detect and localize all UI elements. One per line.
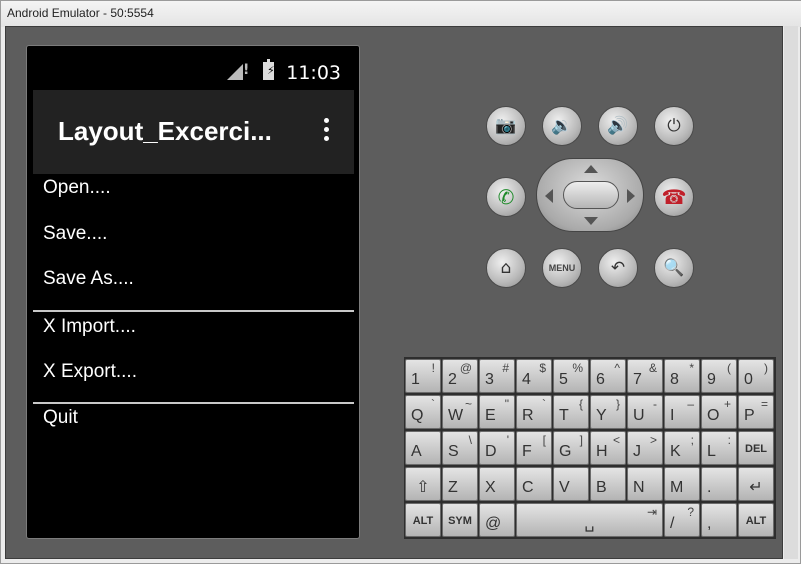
hardware-keyboard: 1! 2 @ 3 # 4 $ 5% 6 ^ 7 & 8 * 9( 0) Q ` W ~ E " R… bbox=[404, 357, 776, 539]
key-q[interactable]: Q ` bbox=[405, 395, 441, 429]
menu-divider bbox=[33, 310, 354, 312]
key-slash[interactable]: /? bbox=[664, 503, 700, 537]
key-m[interactable]: M bbox=[664, 467, 700, 501]
key-o[interactable]: O + bbox=[701, 395, 737, 429]
key-1[interactable]: 1! bbox=[405, 359, 441, 393]
key-s[interactable]: S \ bbox=[442, 431, 478, 465]
dpad-left-icon[interactable] bbox=[545, 189, 553, 203]
key-alt-left[interactable]: ALT bbox=[405, 503, 441, 537]
key-alt-right[interactable]: ALT bbox=[738, 503, 774, 537]
camera-icon: 📷 bbox=[495, 115, 517, 136]
overflow-menu-icon[interactable] bbox=[324, 118, 330, 146]
key-enter[interactable]: ↵ bbox=[738, 467, 774, 501]
key-c[interactable]: C bbox=[516, 467, 552, 501]
key-y[interactable]: Y} bbox=[590, 395, 626, 429]
key-comma[interactable]: , bbox=[701, 503, 737, 537]
status-bar: ! ⚡ 11:03 bbox=[27, 46, 359, 90]
home-button[interactable]: ⌂ bbox=[486, 248, 526, 288]
menu-item-import[interactable]: X Import.... bbox=[43, 316, 136, 338]
battery-icon: ⚡ bbox=[263, 59, 275, 80]
status-time: 11:03 bbox=[286, 62, 341, 84]
key-sym[interactable]: SYM bbox=[442, 503, 478, 537]
home-icon: ⌂ bbox=[500, 257, 512, 278]
key-at[interactable]: @ bbox=[479, 503, 515, 537]
menu-item-quit[interactable]: Quit bbox=[43, 407, 78, 429]
key-8[interactable]: 8 * bbox=[664, 359, 700, 393]
search-button[interactable]: 🔍 bbox=[654, 248, 694, 288]
key-g[interactable]: G] bbox=[553, 431, 589, 465]
key-6[interactable]: 6 ^ bbox=[590, 359, 626, 393]
key-b[interactable]: B bbox=[590, 467, 626, 501]
dpad-right-icon[interactable] bbox=[627, 189, 635, 203]
key-j[interactable]: J > bbox=[627, 431, 663, 465]
key-5[interactable]: 5% bbox=[553, 359, 589, 393]
no-signal-icon: ! bbox=[243, 62, 250, 78]
menu-item-save-as[interactable]: Save As.... bbox=[43, 268, 134, 290]
shift-icon: ⇧ bbox=[416, 479, 430, 496]
key-r[interactable]: R ` bbox=[516, 395, 552, 429]
key-e[interactable]: E " bbox=[479, 395, 515, 429]
key-2[interactable]: 2 @ bbox=[442, 359, 478, 393]
key-period[interactable]: . bbox=[701, 467, 737, 501]
menu-divider bbox=[33, 402, 354, 404]
menu-button-label: MENU bbox=[548, 263, 576, 273]
end-call-icon: ☎ bbox=[661, 185, 687, 209]
menu-item-export[interactable]: X Export.... bbox=[43, 361, 137, 383]
key-3[interactable]: 3 # bbox=[479, 359, 515, 393]
menu-item-open[interactable]: Open.... bbox=[43, 177, 111, 199]
key-x[interactable]: X bbox=[479, 467, 515, 501]
camera-button[interactable]: 📷 bbox=[486, 106, 526, 146]
dpad[interactable] bbox=[536, 158, 644, 232]
key-0[interactable]: 0) bbox=[738, 359, 774, 393]
key-i[interactable]: I – bbox=[664, 395, 700, 429]
app-title: Layout_Excerci... bbox=[58, 116, 272, 146]
window-title: Android Emulator - 50:5554 bbox=[7, 6, 154, 20]
tab-icon: ⇥ bbox=[646, 505, 657, 519]
space-icon: ␣ bbox=[584, 515, 595, 532]
key-p[interactable]: P = bbox=[738, 395, 774, 429]
key-t[interactable]: T{ bbox=[553, 395, 589, 429]
key-h[interactable]: H < bbox=[590, 431, 626, 465]
call-button[interactable]: ✆ bbox=[486, 177, 526, 217]
title-bar[interactable]: Android Emulator - 50:5554 bbox=[1, 1, 801, 27]
back-icon: ↶ bbox=[610, 257, 626, 278]
key-z[interactable]: Z bbox=[442, 467, 478, 501]
signal-icon bbox=[227, 64, 243, 80]
search-icon: 🔍 bbox=[663, 257, 685, 278]
power-icon: ⏻ bbox=[667, 115, 681, 136]
dpad-up-icon[interactable] bbox=[584, 165, 598, 173]
end-call-button[interactable]: ☎ bbox=[654, 177, 694, 217]
volume-up-button[interactable]: 🔊 bbox=[598, 106, 638, 146]
volume-up-icon: 🔊 bbox=[607, 115, 629, 136]
key-w[interactable]: W ~ bbox=[442, 395, 478, 429]
key-shift[interactable]: ⇧ bbox=[405, 467, 441, 501]
key-4[interactable]: 4 $ bbox=[516, 359, 552, 393]
key-k[interactable]: K; bbox=[664, 431, 700, 465]
enter-icon: ↵ bbox=[749, 479, 763, 496]
volume-down-button[interactable]: 🔉 bbox=[542, 106, 582, 146]
key-space[interactable]: ␣ ⇥ bbox=[516, 503, 663, 537]
window-edge bbox=[784, 26, 798, 559]
device-screen: ! ⚡ 11:03 Layout_Excerci... Open.... Sav… bbox=[26, 45, 360, 539]
dpad-center-button[interactable] bbox=[563, 181, 619, 209]
volume-down-icon: 🔉 bbox=[551, 115, 573, 136]
key-d[interactable]: D ' bbox=[479, 431, 515, 465]
key-n[interactable]: N bbox=[627, 467, 663, 501]
key-f[interactable]: F[ bbox=[516, 431, 552, 465]
dpad-down-icon[interactable] bbox=[584, 217, 598, 225]
key-del[interactable]: DEL bbox=[738, 431, 774, 465]
action-bar: Layout_Excerci... bbox=[33, 90, 354, 174]
power-button[interactable]: ⏻ bbox=[654, 106, 694, 146]
call-icon: ✆ bbox=[497, 185, 515, 209]
key-7[interactable]: 7 & bbox=[627, 359, 663, 393]
key-a[interactable]: A bbox=[405, 431, 441, 465]
key-l[interactable]: L: bbox=[701, 431, 737, 465]
menu-item-save[interactable]: Save.... bbox=[43, 223, 107, 245]
menu-button[interactable]: MENU bbox=[542, 248, 582, 288]
key-9[interactable]: 9( bbox=[701, 359, 737, 393]
key-u[interactable]: U- bbox=[627, 395, 663, 429]
key-v[interactable]: V bbox=[553, 467, 589, 501]
back-button[interactable]: ↶ bbox=[598, 248, 638, 288]
